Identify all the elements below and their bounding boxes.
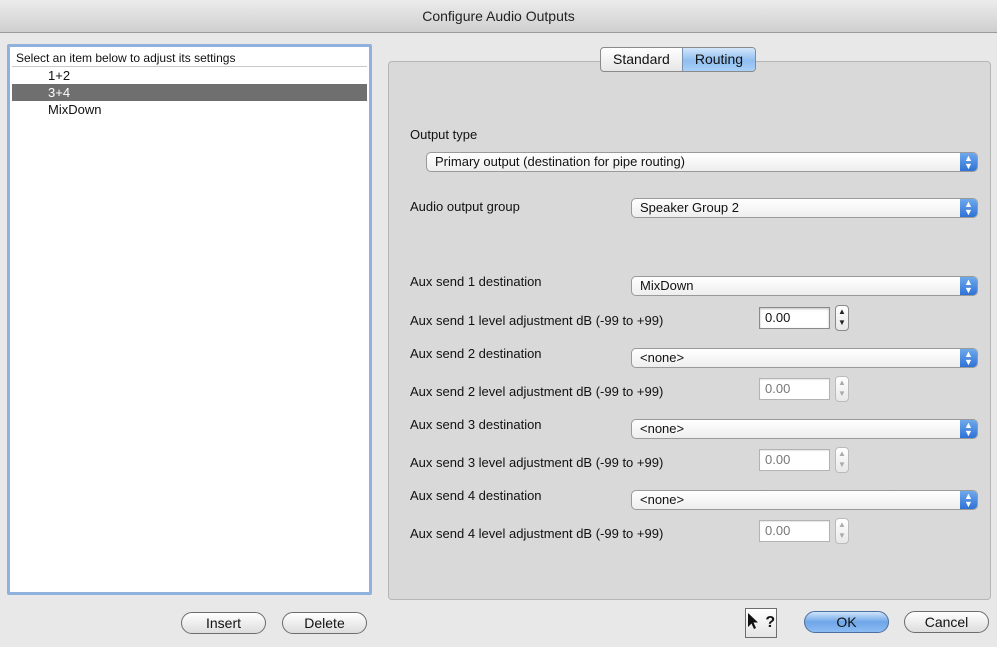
tab-bar: Standard Routing — [600, 47, 757, 72]
aux1-destination-value: MixDown — [640, 278, 694, 293]
aux2-level-label: Aux send 2 level adjustment dB (-99 to +… — [410, 384, 664, 399]
output-type-popup[interactable]: Primary output (destination for pipe rou… — [426, 152, 978, 172]
cancel-button[interactable]: Cancel — [904, 611, 989, 633]
audio-output-group-popup[interactable]: Speaker Group 2 ▲ ▼ — [631, 198, 978, 218]
updown-arrows-icon: ▲ ▼ — [960, 491, 977, 509]
aux4-level-stepper[interactable]: ▲ ▼ — [835, 518, 849, 544]
aux3-destination-label: Aux send 3 destination — [410, 417, 542, 432]
aux1-destination-label: Aux send 1 destination — [410, 274, 542, 289]
audio-output-group-label: Audio output group — [410, 199, 520, 214]
aux3-level-field[interactable]: 0.00 — [759, 449, 830, 471]
help-button[interactable]: ? — [745, 608, 777, 638]
list-item-mixdown[interactable]: MixDown — [12, 101, 367, 118]
delete-button[interactable]: Delete — [282, 612, 367, 634]
updown-arrows-icon: ▲ ▼ — [960, 153, 977, 171]
aux1-level-stepper[interactable]: ▲ ▼ — [835, 305, 849, 331]
list-item-1-2[interactable]: 1+2 — [12, 67, 367, 84]
aux4-destination-popup[interactable]: <none> ▲ ▼ — [631, 490, 978, 510]
window-title: Configure Audio Outputs — [0, 0, 997, 33]
output-type-label: Output type — [410, 127, 478, 142]
routing-panel — [388, 61, 991, 600]
aux2-level-stepper[interactable]: ▲ ▼ — [835, 376, 849, 402]
list-header: Select an item below to adjust its setti… — [12, 49, 367, 67]
help-button-label: ? — [765, 614, 776, 631]
tab-routing[interactable]: Routing — [681, 48, 756, 71]
aux1-level-label: Aux send 1 level adjustment dB (-99 to +… — [410, 313, 664, 328]
updown-arrows-icon: ▲ ▼ — [960, 199, 977, 217]
aux3-destination-value: <none> — [640, 421, 685, 436]
aux2-level-field[interactable]: 0.00 — [759, 378, 830, 400]
ok-button[interactable]: OK — [804, 611, 889, 633]
updown-arrows-icon: ▲ ▼ — [960, 420, 977, 438]
aux2-destination-value: <none> — [640, 350, 685, 365]
aux2-destination-label: Aux send 2 destination — [410, 346, 542, 361]
help-cursor-icon — [747, 613, 765, 631]
aux3-destination-popup[interactable]: <none> ▲ ▼ — [631, 419, 978, 439]
aux1-destination-popup[interactable]: MixDown ▲ ▼ — [631, 276, 978, 296]
updown-arrows-icon: ▲ ▼ — [960, 349, 977, 367]
list-item-3-4[interactable]: 3+4 — [12, 84, 367, 101]
output-list[interactable]: Select an item below to adjust its setti… — [7, 44, 372, 595]
audio-output-group-value: Speaker Group 2 — [640, 200, 740, 215]
output-type-value: Primary output (destination for pipe rou… — [435, 154, 686, 169]
aux1-level-field[interactable]: 0.00 — [759, 307, 830, 329]
aux4-destination-label: Aux send 4 destination — [410, 488, 542, 503]
updown-arrows-icon: ▲ ▼ — [960, 277, 977, 295]
tab-standard[interactable]: Standard — [601, 48, 682, 71]
aux2-destination-popup[interactable]: <none> ▲ ▼ — [631, 348, 978, 368]
aux4-level-label: Aux send 4 level adjustment dB (-99 to +… — [410, 526, 664, 541]
aux4-destination-value: <none> — [640, 492, 685, 507]
aux4-level-field[interactable]: 0.00 — [759, 520, 830, 542]
insert-button[interactable]: Insert — [181, 612, 266, 634]
aux3-level-label: Aux send 3 level adjustment dB (-99 to +… — [410, 455, 664, 470]
aux3-level-stepper[interactable]: ▲ ▼ — [835, 447, 849, 473]
